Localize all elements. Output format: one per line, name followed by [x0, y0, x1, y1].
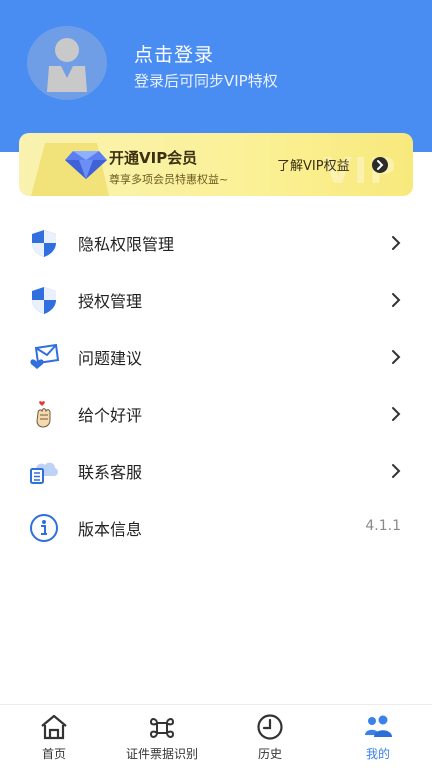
tab-label: 我的	[365, 747, 390, 761]
tab-label: 首页	[41, 747, 66, 761]
chevron-right-icon	[392, 293, 401, 307]
home-icon	[41, 714, 67, 740]
shield-icon	[32, 287, 56, 314]
login-title[interactable]: 点击登录	[134, 40, 214, 67]
menu-item-rate[interactable]: 给个好评	[0, 385, 432, 442]
menu-label: 问题建议	[78, 349, 143, 368]
menu-label: 隐私权限管理	[78, 235, 175, 254]
feedback-mail-icon	[30, 343, 60, 369]
login-subtitle: 登录后可同步VIP特权	[134, 72, 278, 90]
menu-item-authorization[interactable]: 授权管理	[0, 271, 432, 328]
chevron-right-icon	[392, 464, 401, 478]
menu-label: 给个好评	[78, 406, 143, 425]
tab-document-recognition[interactable]: 证件票据识别	[108, 705, 216, 768]
users-icon	[365, 715, 392, 737]
chevron-right-icon	[392, 236, 401, 250]
menu-label: 版本信息	[78, 520, 143, 539]
bottom-tab-bar: 首页 证件票据识别 历史 我的	[0, 704, 432, 768]
profile-header: 点击登录 登录后可同步VIP特权	[0, 0, 432, 152]
cloud-service-icon	[30, 462, 58, 484]
diamond-icon	[65, 151, 107, 179]
tab-mine[interactable]: 我的	[324, 705, 432, 768]
menu-item-feedback[interactable]: 问题建议	[0, 328, 432, 385]
vip-benefits-link[interactable]: 了解VIP权益	[277, 155, 350, 174]
tab-history[interactable]: 历史	[216, 705, 324, 768]
command-icon	[149, 718, 175, 738]
tab-home[interactable]: 首页	[0, 705, 108, 768]
menu-label: 联系客服	[78, 463, 143, 482]
chevron-right-icon	[392, 407, 401, 421]
chevron-right-icon	[392, 350, 401, 364]
menu-label: 授权管理	[78, 292, 143, 311]
menu-item-privacy[interactable]: 隐私权限管理	[0, 214, 432, 271]
arrow-right-icon[interactable]	[372, 157, 388, 173]
shield-icon	[32, 230, 56, 257]
vip-subtitle: 尊享多项会员特惠权益~	[109, 173, 229, 186]
menu-item-version[interactable]: 版本信息 4.1.1	[0, 499, 432, 556]
clock-icon	[257, 714, 283, 740]
tab-label: 历史	[257, 747, 282, 761]
menu-item-customer-service[interactable]: 联系客服	[0, 442, 432, 499]
tab-label: 证件票据识别	[125, 747, 198, 761]
avatar-icon[interactable]	[27, 26, 107, 100]
vip-title: 开通VIP会员	[109, 149, 198, 167]
version-value: 4.1.1	[365, 518, 401, 534]
info-icon	[30, 514, 58, 542]
vip-banner[interactable]: VIP 开通VIP会员 尊享多项会员特惠权益~ 了解VIP权益	[19, 133, 413, 196]
finger-heart-icon	[36, 401, 51, 428]
